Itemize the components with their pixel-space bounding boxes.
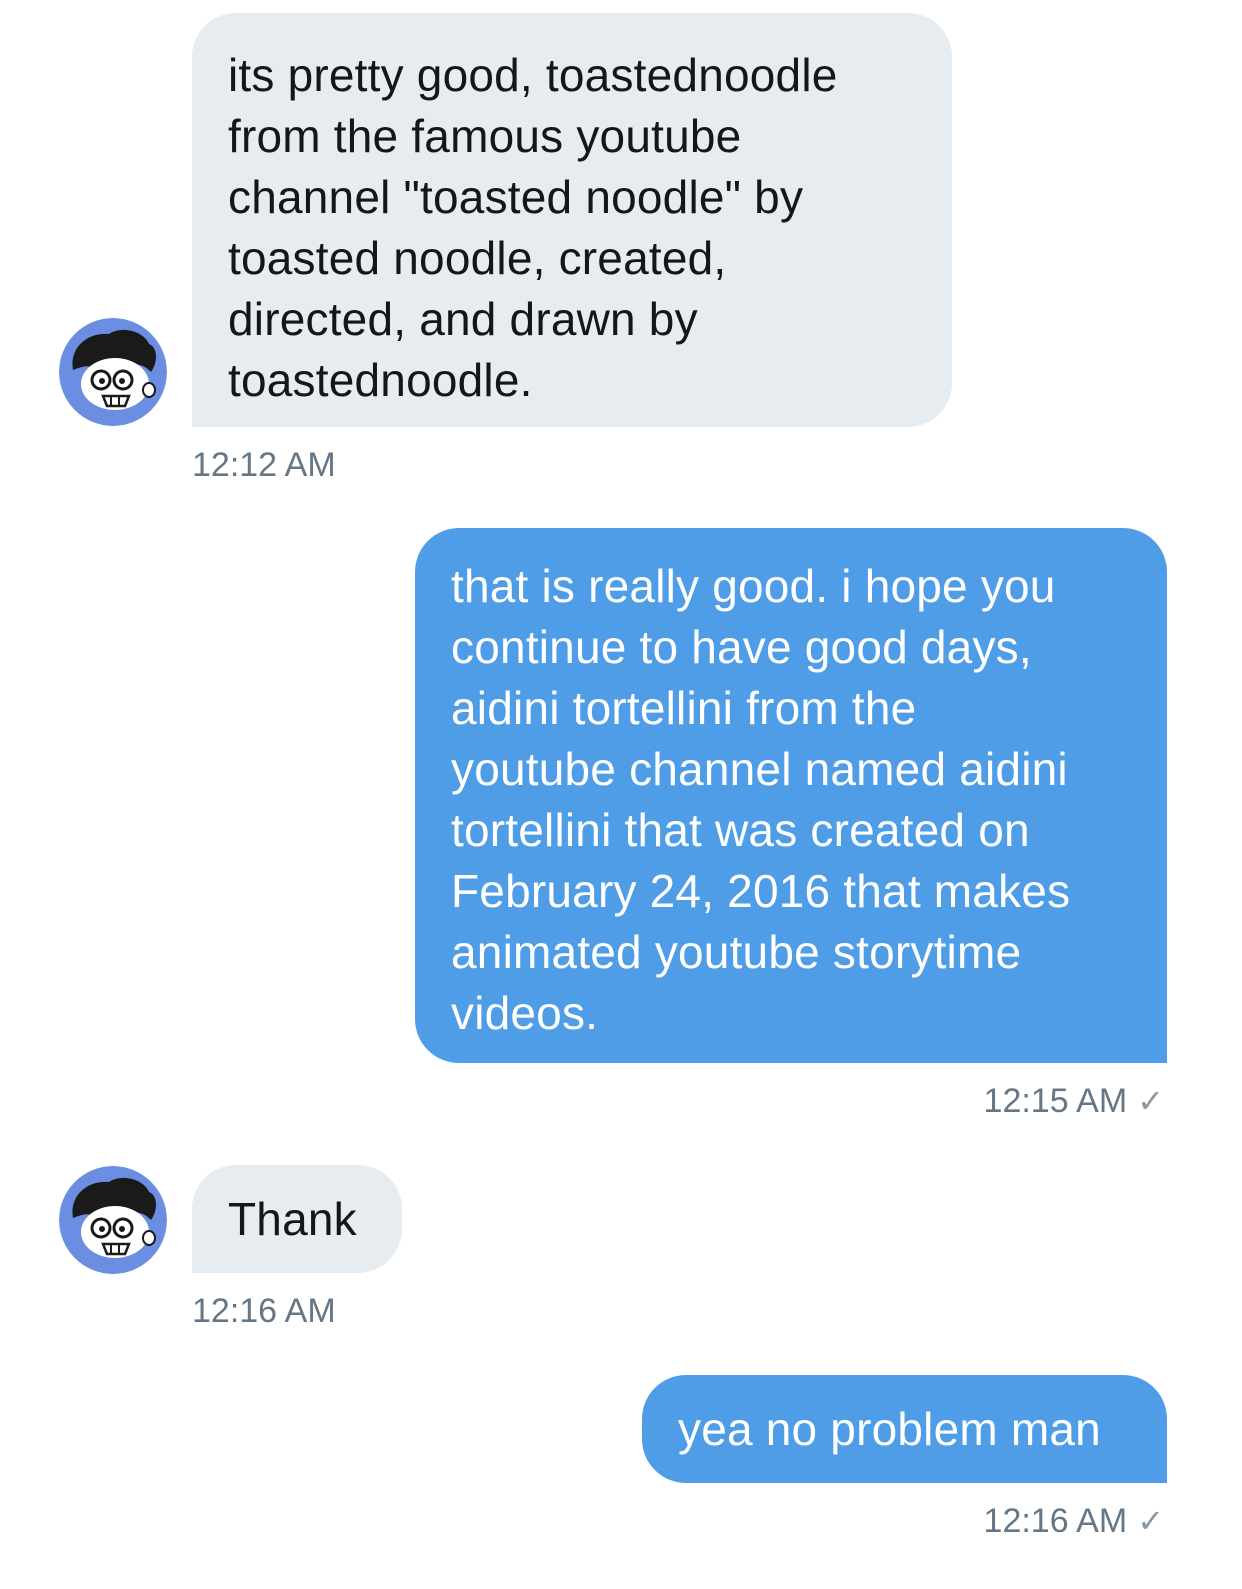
message-text-line: toastednoodle. (228, 354, 533, 406)
contact-avatar[interactable] (59, 1166, 167, 1274)
message-bubble-outgoing[interactable]: yea no problem man (642, 1375, 1167, 1483)
message-timestamp: 12:12 AM (192, 446, 336, 484)
cartoon-face-avatar-icon (59, 1166, 167, 1274)
message-text-line: tortellini that was created on (451, 804, 1030, 856)
message-bubble-incoming[interactable]: Thank (192, 1165, 402, 1273)
message-text-line: youtube channel named aidini (451, 743, 1068, 795)
message-text-line: aidini tortellini from the (451, 682, 917, 734)
message-timestamp: 12:16 AM (983, 1502, 1128, 1540)
message-text-line: Thank (228, 1193, 357, 1245)
message-bubble-outgoing[interactable]: that is really good. i hope you continue… (415, 528, 1167, 1063)
cartoon-face-avatar-icon (59, 318, 167, 426)
contact-avatar[interactable] (59, 318, 167, 426)
dm-conversation: its pretty good, toastednoodle from the … (0, 0, 1242, 1589)
message-text-line: yea no problem man (678, 1403, 1101, 1455)
checkmark-icon: ✓ (1137, 1503, 1164, 1539)
message-timestamp: 12:15 AM (983, 1082, 1128, 1120)
message-text-line: from the famous youtube (228, 110, 742, 162)
message-text-line: directed, and drawn by (228, 293, 698, 345)
message-timestamp-row: 12:16 AM ✓ (984, 1502, 1164, 1541)
message-text-line: channel "toasted noodle" by (228, 171, 804, 223)
message-text-line: toasted noodle, created, (228, 232, 727, 284)
message-text-line: videos. (451, 987, 599, 1039)
checkmark-icon: ✓ (1137, 1083, 1164, 1119)
message-text-line: animated youtube storytime (451, 926, 1022, 978)
message-timestamp-row: 12:15 AM ✓ (984, 1082, 1164, 1121)
message-text-line: February 24, 2016 that makes (451, 865, 1071, 917)
message-text-line: its pretty good, toastednoodle (228, 49, 838, 101)
message-text-line: continue to have good days, (451, 621, 1032, 673)
message-text-line: that is really good. i hope you (451, 560, 1056, 612)
message-bubble-incoming[interactable]: its pretty good, toastednoodle from the … (192, 13, 952, 427)
message-timestamp: 12:16 AM (192, 1292, 336, 1330)
